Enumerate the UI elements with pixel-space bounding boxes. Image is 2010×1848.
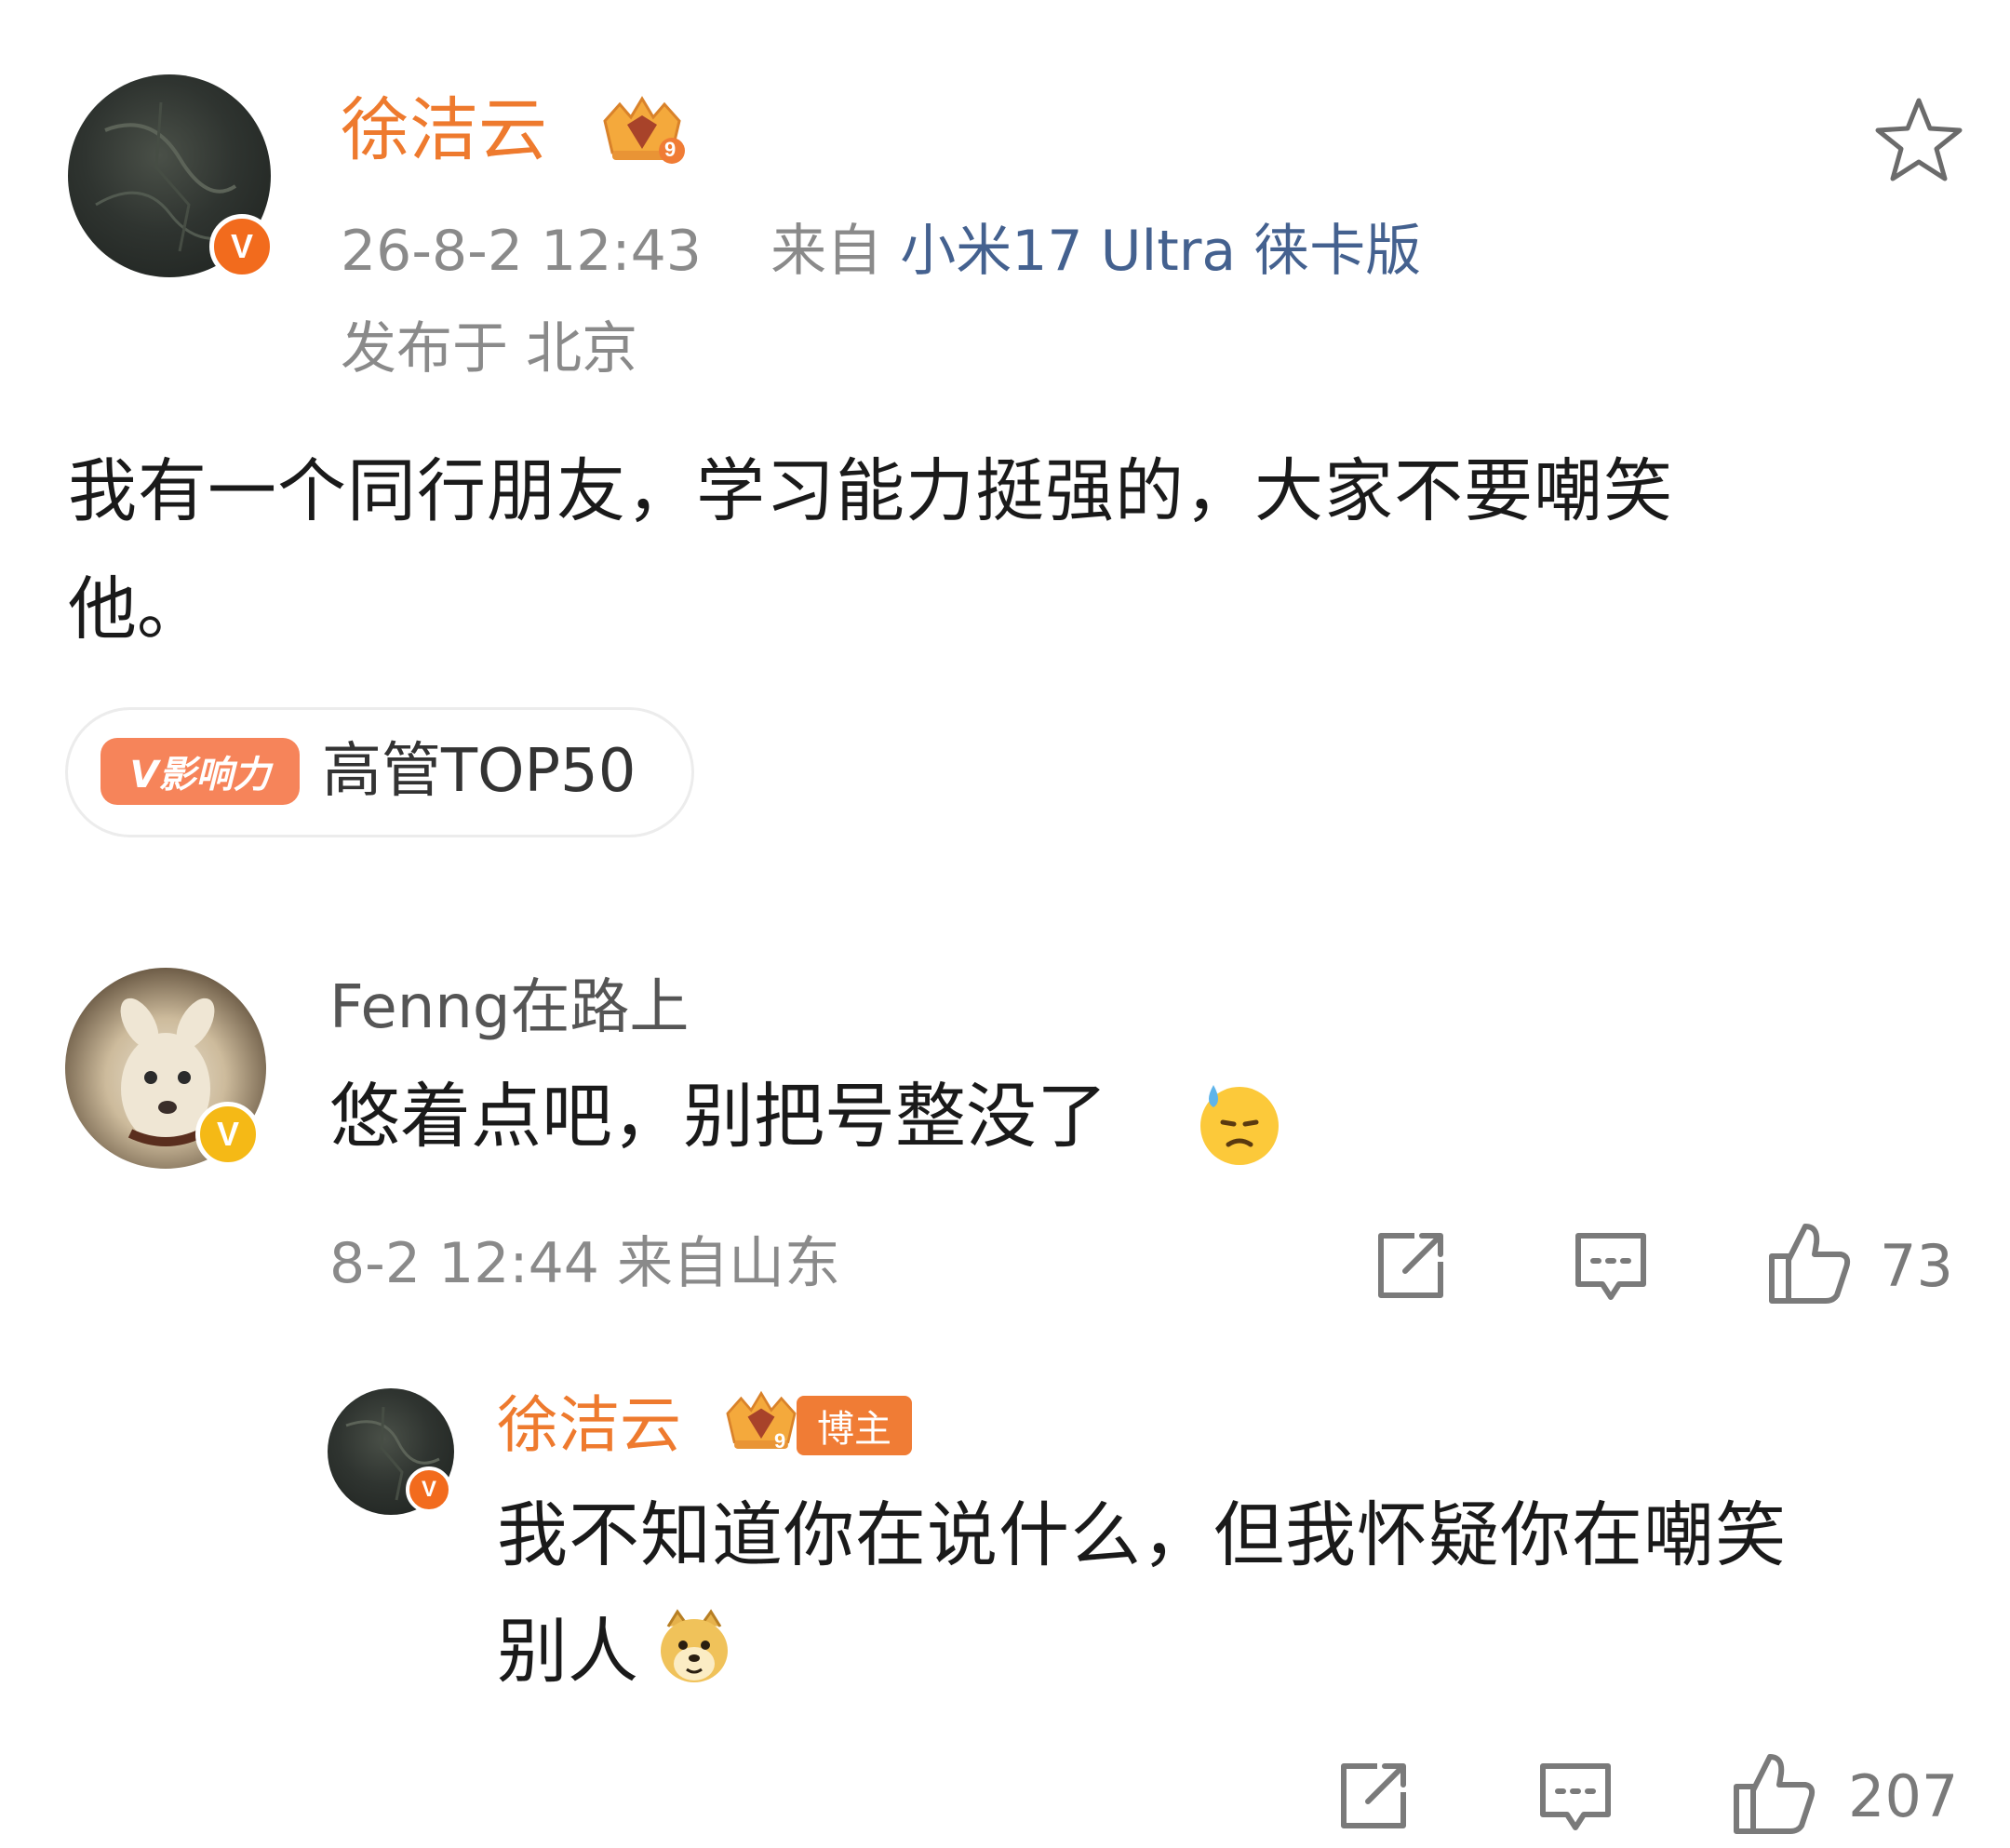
reply-content-line1: 我不知道你在说什么，但我怀疑你在嘲笑 — [497, 1493, 1787, 1576]
influence-badge: V影响力 — [100, 738, 300, 805]
comment-content: 悠着点吧，别把号整没了 — [329, 1075, 1107, 1158]
star-icon[interactable] — [1870, 93, 1967, 186]
crown-level: 9 — [774, 1429, 786, 1453]
doge-emoji-icon — [655, 1608, 733, 1686]
crown-level: 9 — [664, 138, 677, 161]
post-source-device[interactable]: 小米17 Ultra 徕卡版 — [900, 219, 1421, 284]
post-meta: 26-8-2 12:43 来自 小米17 Ultra 徕卡版 — [341, 214, 1421, 288]
post-timestamp: 26-8-2 12:43 — [341, 219, 702, 284]
influence-text: 高管TOP50 — [322, 737, 636, 806]
like-icon[interactable] — [1729, 1749, 1818, 1837]
share-icon[interactable] — [1334, 1757, 1413, 1835]
comment-author-name[interactable]: Fenng在路上 — [329, 968, 689, 1048]
post-content-line1: 我有一个同行朋友，学习能力挺强的，大家不要嘲笑 — [68, 451, 1673, 531]
reply-content-line2: 别人 — [497, 1610, 638, 1693]
crown-icon: 9 — [594, 93, 690, 169]
post-content-line2: 他。 — [68, 569, 206, 649]
post-source-prefix: 来自 — [770, 219, 883, 284]
comment-icon[interactable] — [1535, 1757, 1615, 1837]
comment-like-count: 73 — [1880, 1232, 1953, 1300]
post-author-name[interactable]: 徐洁云 — [341, 88, 547, 172]
share-icon[interactable] — [1372, 1226, 1450, 1305]
verified-icon: V — [195, 1102, 261, 1167]
comment-content-row: 悠着点吧，别把号整没了 — [329, 1070, 1107, 1163]
comment-icon[interactable] — [1571, 1226, 1651, 1306]
verified-icon: V — [406, 1466, 452, 1513]
like-icon[interactable] — [1764, 1219, 1854, 1306]
verified-icon: V — [209, 214, 275, 279]
author-badge: 博主 — [797, 1396, 912, 1455]
sweat-emoji-icon — [1195, 1079, 1284, 1169]
post-location: 发布于 北京 — [341, 316, 638, 382]
reply-author-name[interactable]: 徐洁云 — [497, 1386, 681, 1465]
reply-like-count: 207 — [1848, 1762, 1959, 1830]
comment-meta: 8-2 12:44 来自山东 — [329, 1231, 841, 1296]
crown-icon: 9 — [717, 1388, 806, 1457]
